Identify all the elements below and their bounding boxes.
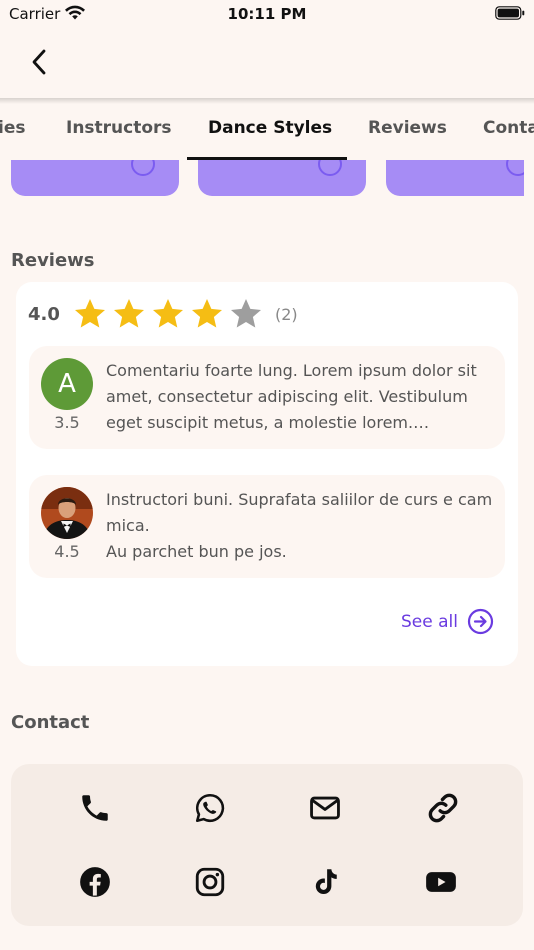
average-rating: 4.0 (28, 304, 60, 325)
chevron-left-icon (32, 49, 46, 75)
card-action-icon (318, 160, 342, 176)
tab-dance-styles[interactable]: Dance Styles (208, 118, 332, 138)
review-count: (2) (275, 305, 298, 324)
email-icon[interactable] (308, 791, 342, 825)
whatsapp-icon[interactable] (193, 791, 227, 825)
card-action-icon (131, 160, 155, 176)
review-text-line: Instructori buni. Suprafata saliilor de … (106, 490, 493, 535)
review-score: 4.5 (54, 542, 80, 561)
link-icon[interactable] (426, 791, 460, 825)
avatar: A (41, 358, 93, 410)
dance-style-card[interactable] (386, 160, 524, 196)
dance-style-card[interactable] (11, 160, 179, 196)
see-all-label: See all (401, 611, 458, 632)
review-text: Instructori buni. Suprafata saliilor de … (106, 487, 498, 565)
review-text: Comentariu foarte lung. Lorem ipsum dolo… (106, 361, 477, 432)
tab-contact[interactable]: Conta (483, 118, 534, 138)
tab-instructors[interactable]: Instructors (66, 118, 172, 138)
review-score: 3.5 (54, 413, 80, 432)
back-button[interactable] (22, 44, 56, 80)
tiktok-icon[interactable] (308, 865, 342, 899)
review-item[interactable]: 4.5 Instructori buni. Suprafata saliilor… (29, 475, 505, 578)
star-filled-icon (192, 299, 222, 328)
dance-style-card[interactable] (198, 160, 366, 196)
nav-bar (0, 30, 534, 98)
star-empty-icon (231, 299, 261, 328)
status-bar: Carrier 10:11 PM (0, 0, 534, 30)
battery-icon (495, 6, 525, 20)
dance-styles-carousel (0, 160, 524, 200)
facebook-icon[interactable] (78, 865, 112, 899)
avatar (41, 487, 93, 539)
phone-icon[interactable] (78, 791, 112, 825)
review-item[interactable]: A 3.5 Comentariu foarte lung. Lorem ipsu… (29, 346, 505, 449)
reviews-section-title: Reviews (11, 250, 95, 271)
star-filled-icon (153, 299, 183, 328)
tab-bar: ies Instructors Dance Styles Reviews Con… (0, 104, 534, 160)
rating-stars (72, 296, 264, 332)
status-time: 10:11 PM (227, 5, 307, 23)
contact-card (11, 764, 523, 926)
person-photo-icon (41, 487, 93, 539)
star-filled-icon (114, 299, 144, 328)
contact-section-title: Contact (11, 712, 90, 733)
star-filled-icon (75, 299, 105, 328)
reviews-card: 4.0 (2) A 3.5 Comentariu foarte lung. Lo… (16, 282, 518, 666)
arrow-right-circle-icon (467, 608, 494, 635)
tab-reviews[interactable]: Reviews (368, 118, 447, 138)
card-action-icon (506, 160, 524, 176)
review-text-line: Au parchet bun pe jos. (106, 542, 287, 561)
see-all-button[interactable]: See all (401, 608, 494, 635)
youtube-icon[interactable] (424, 865, 458, 899)
tab-partial-left[interactable]: ies (0, 118, 25, 138)
instagram-icon[interactable] (193, 865, 227, 899)
